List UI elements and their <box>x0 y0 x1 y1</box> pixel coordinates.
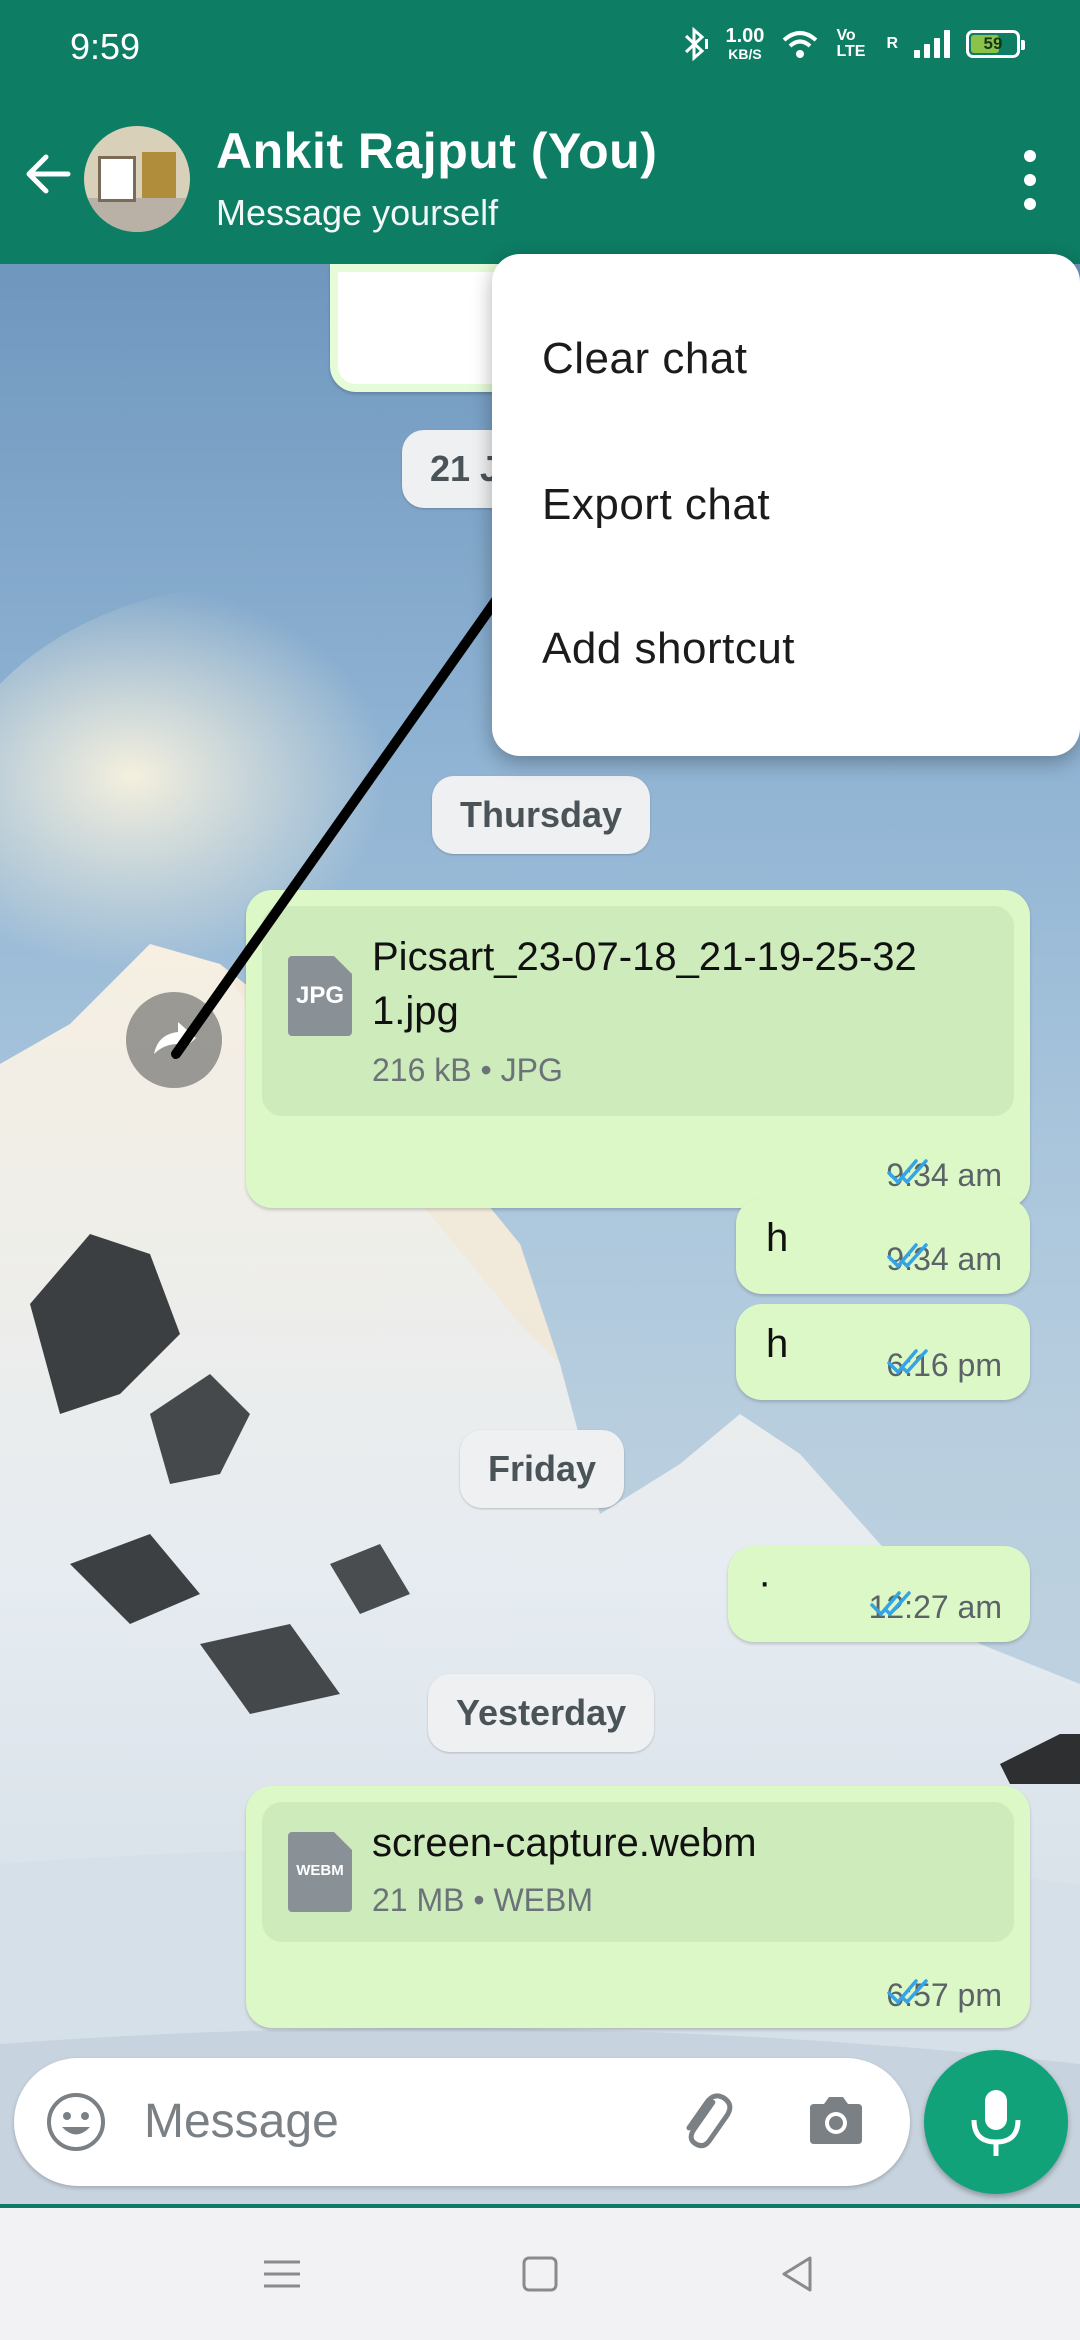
forward-button[interactable] <box>126 992 222 1088</box>
avatar[interactable] <box>84 126 190 232</box>
menu-icon[interactable] <box>258 2250 306 2298</box>
roaming-label: R <box>886 35 898 52</box>
text-message-bubble[interactable]: h 6:16 pm <box>736 1304 1030 1400</box>
menu-item-clear-chat[interactable]: Clear chat <box>542 334 748 384</box>
message-text: h <box>766 1322 789 1366</box>
text-message-bubble[interactable]: h 9:34 am <box>736 1198 1030 1294</box>
message-meta: 9:34 am <box>886 1157 1002 1194</box>
file-meta: 216 kB • JPG <box>372 1052 563 1088</box>
menu-item-add-shortcut[interactable]: Add shortcut <box>542 624 795 674</box>
network-speed: 1.00 KB/S <box>726 26 765 62</box>
file-meta: 21 MB • WEBM <box>372 1882 594 1918</box>
file-message-bubble[interactable]: WEBM screen-capture.webm 21 MB • WEBM 6:… <box>246 1786 1030 2028</box>
message-meta: 9:34 am <box>886 1241 1002 1278</box>
chat-header: Ankit Rajput (You) Message yourself <box>0 96 1080 264</box>
bluetooth-icon <box>684 27 708 61</box>
menu-item-export-chat[interactable]: Export chat <box>542 480 770 530</box>
file-icon-label: WEBM <box>296 1862 344 1879</box>
file-icon-label: JPG <box>295 982 345 1009</box>
file-name-line1: Picsart_23-07-18_21-19-25-32 <box>372 935 917 979</box>
double-check-icon <box>887 1243 929 1269</box>
mic-button[interactable] <box>924 2050 1068 2194</box>
file-attachment[interactable]: WEBM screen-capture.webm 21 MB • WEBM <box>262 1802 1014 1942</box>
status-icons: 1.00 KB/S Vo LTE R 59 <box>680 26 1025 62</box>
double-check-icon <box>869 1591 911 1617</box>
chat-subtitle: Message yourself <box>216 192 499 233</box>
message-composer: Message <box>14 2058 910 2186</box>
back-nav-icon[interactable] <box>774 2250 822 2298</box>
overflow-menu: Clear chat Export chat Add shortcut <box>492 254 1080 756</box>
emoji-icon[interactable] <box>44 2090 108 2154</box>
double-check-icon <box>887 1349 929 1375</box>
back-arrow-icon[interactable] <box>20 144 80 204</box>
message-meta: 6:57 pm <box>886 1977 1002 2014</box>
message-input[interactable]: Message <box>144 2094 339 2149</box>
home-icon[interactable] <box>516 2250 564 2298</box>
date-chip-friday: Friday <box>460 1430 625 1508</box>
camera-icon[interactable] <box>804 2092 868 2150</box>
chat-title[interactable]: Ankit Rajput (You) <box>216 122 657 180</box>
date-chip-yesterday: Yesterday <box>428 1674 655 1752</box>
webm-file-icon: WEBM <box>288 1832 352 1912</box>
file-name: Picsart_23-07-18_21-19-25-32 1.jpg <box>372 930 917 1038</box>
double-check-icon <box>887 1979 929 2005</box>
date-chip-thursday: Thursday <box>432 776 651 854</box>
message-meta: 6:16 pm <box>886 1347 1002 1384</box>
file-name: screen-capture.webm <box>372 1821 757 1865</box>
message-text: h <box>766 1216 789 1260</box>
system-nav-bar <box>0 2208 1080 2340</box>
battery-level: 59 <box>983 34 1003 53</box>
volte-label: Vo LTE <box>836 27 866 60</box>
file-message-bubble[interactable]: JPG Picsart_23-07-18_21-19-25-32 1.jpg 2… <box>246 890 1030 1208</box>
wifi-icon <box>783 31 818 58</box>
file-attachment[interactable]: JPG Picsart_23-07-18_21-19-25-32 1.jpg 2… <box>262 906 1014 1116</box>
double-check-icon <box>887 1159 929 1185</box>
more-options-icon[interactable] <box>1022 150 1038 210</box>
status-time: 9:59 <box>70 26 141 67</box>
network-speed-value: 1.00 <box>725 25 765 47</box>
message-meta: 12:27 am <box>869 1589 1002 1626</box>
attachment-icon[interactable] <box>670 2086 740 2156</box>
text-message-bubble[interactable]: · 12:27 am <box>728 1546 1030 1642</box>
message-text: · <box>758 1560 772 1604</box>
mic-icon <box>971 2090 1021 2156</box>
file-name-line2: 1.jpg <box>372 989 459 1033</box>
battery-icon: 59 <box>966 30 1025 58</box>
status-bar: 9:59 1.00 KB/S Vo LTE R 59 <box>0 0 1080 96</box>
share-icon <box>154 1022 196 1054</box>
network-speed-unit: KB/S <box>728 46 762 62</box>
signal-icon <box>914 30 950 58</box>
jpg-file-icon: JPG <box>288 956 352 1036</box>
